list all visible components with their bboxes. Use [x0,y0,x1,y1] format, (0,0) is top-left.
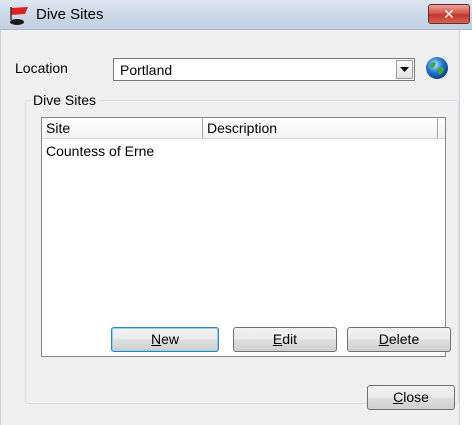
list-item[interactable]: Countess of Erne [46,143,154,159]
close-button-label: lose [403,389,429,405]
edit-button-accel: E [272,331,283,347]
dive-sites-window: Dive Sites ✕ Location Portland Dive Site… [0,0,472,425]
location-select-dropdown[interactable] [396,60,413,79]
location-label: Location [15,60,68,76]
window-title: Dive Sites [36,6,104,23]
edit-button-label: dit [282,331,298,347]
dive-sites-group-title: Dive Sites [30,92,100,108]
column-header-site[interactable]: Site [42,118,203,139]
dialog-body: Location Portland Dive Sites Site Descri… [0,30,460,425]
close-button[interactable]: Close [367,385,455,410]
new-button-label: ew [161,331,180,347]
delete-button[interactable]: Delete [347,327,451,352]
delete-button-label: elete [388,331,420,347]
column-header-description[interactable]: Description [203,118,438,139]
edit-button[interactable]: Edit [233,327,337,352]
list-header: Site Description [42,118,445,140]
delete-button-accel: D [378,331,389,347]
location-select[interactable]: Portland [113,58,415,81]
title-bar[interactable]: Dive Sites ✕ [0,0,472,30]
dive-sites-list[interactable]: Site Description Countess of Erne [41,117,446,357]
globe-icon[interactable] [425,56,449,80]
dive-flag-icon [10,7,28,25]
new-button[interactable]: New [111,327,219,352]
window-close-button[interactable]: ✕ [428,4,470,24]
column-header-filler [438,118,445,139]
chevron-down-icon [400,67,409,72]
new-button-accel: N [150,331,162,347]
location-select-value: Portland [120,62,173,78]
close-button-accel: C [393,389,404,405]
